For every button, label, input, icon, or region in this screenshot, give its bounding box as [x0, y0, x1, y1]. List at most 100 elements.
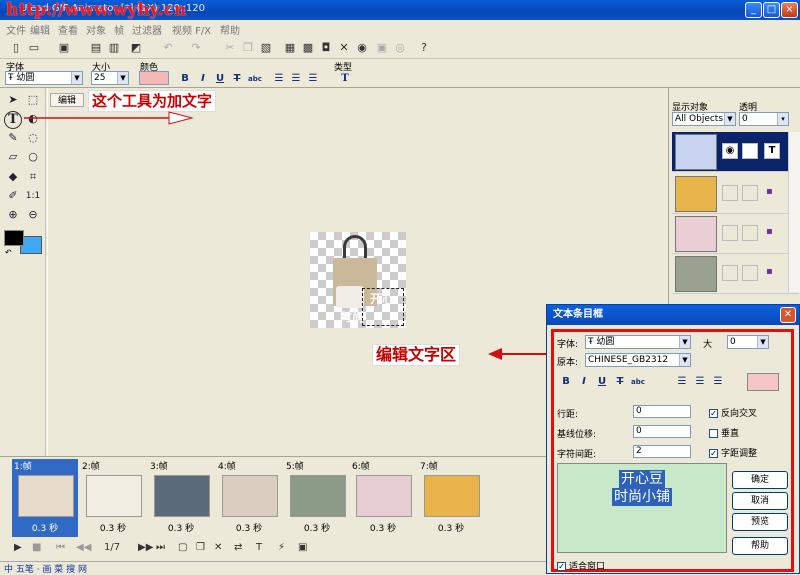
lock-icon[interactable]	[742, 143, 758, 159]
align-left-icon[interactable]: ☰	[272, 72, 286, 86]
superscript-button[interactable]: abc	[248, 72, 262, 86]
dialog-align-right-icon[interactable]: ☰	[711, 375, 725, 389]
dialog-align-left-icon[interactable]: ☰	[675, 375, 689, 389]
opacity-input[interactable]: 0 ▾	[739, 112, 789, 126]
line-spacing-input[interactable]: 0	[633, 405, 691, 418]
optimize-icon[interactable]: ⚡	[278, 542, 285, 553]
antialias-checkbox[interactable]: ✓ 反向交叉	[709, 406, 757, 419]
properties-icon[interactable]: ▣	[298, 542, 307, 553]
wizard-icon[interactable]: ◩	[128, 40, 144, 56]
fit-window-checkbox[interactable]: ✓ 适合窗口	[557, 559, 605, 572]
actual-size-icon[interactable]: 1:1	[24, 187, 42, 205]
pointer-tool-icon[interactable]: ➤	[4, 91, 22, 109]
paste-icon[interactable]: ▧	[258, 40, 274, 56]
frame-thumb-2[interactable]: 2:帧 0.3 秒	[80, 459, 146, 537]
menu-frame[interactable]: 帧	[114, 22, 124, 37]
save-icon[interactable]: ▣	[56, 40, 72, 56]
first-frame-icon[interactable]: ⏮	[56, 542, 65, 553]
dialog-superscript-button[interactable]: abc	[631, 375, 645, 389]
vertical-checkbox[interactable]: 垂直	[709, 426, 739, 439]
text-selection-marquee[interactable]	[362, 288, 404, 326]
dialog-font-select[interactable]: Ŧ 幼圆 ▼	[585, 335, 691, 349]
object-row[interactable]: ▪	[672, 214, 799, 254]
frame-icon[interactable]: ▦	[282, 40, 298, 56]
lasso-tool-icon[interactable]: ◌	[24, 129, 42, 147]
ok-button[interactable]: 确定	[732, 471, 788, 489]
menu-video-fx[interactable]: 视频 F/X	[172, 22, 211, 37]
dialog-close-button[interactable]: ✕	[780, 307, 796, 323]
size-select[interactable]: 25 ▼	[91, 71, 129, 85]
underline-button[interactable]: U	[213, 72, 227, 86]
frame-thumb-3[interactable]: 3:帧 0.3 秒	[148, 459, 214, 537]
dialog-strikethrough-button[interactable]: T	[613, 375, 627, 389]
dialog-bold-button[interactable]: B	[559, 375, 573, 389]
lock-icon[interactable]	[742, 185, 758, 201]
font-select[interactable]: Ŧ 幼圆 ▼	[5, 71, 83, 85]
cut-icon[interactable]: ✂	[222, 40, 238, 56]
object-scrollbar[interactable]	[788, 132, 800, 292]
frame-thumb-6[interactable]: 6:帧 0.3 秒	[350, 459, 416, 537]
eye-icon[interactable]	[722, 185, 738, 201]
lock-icon[interactable]	[742, 265, 758, 281]
menu-help[interactable]: 帮助	[220, 22, 240, 37]
stop-icon[interactable]: ■	[32, 542, 41, 553]
undo-icon[interactable]: ↶	[160, 40, 176, 56]
last-frame-icon[interactable]: ⏭	[156, 542, 165, 553]
fill-tool-icon[interactable]: ◆	[4, 168, 22, 186]
align-center-icon[interactable]: ☰	[289, 72, 303, 86]
frame-thumb-7[interactable]: 7:帧 0.3 秒	[418, 459, 484, 537]
menu-object[interactable]: 对象	[86, 22, 106, 37]
text-type-icon[interactable]: T	[338, 72, 352, 86]
menu-filter[interactable]: 过滤器	[132, 22, 162, 37]
swap-colors-icon[interactable]: ↶	[5, 248, 12, 257]
previous-frame-icon[interactable]: ◀◀	[76, 542, 91, 553]
open-icon[interactable]: ▭	[26, 40, 42, 56]
new-icon[interactable]: ▯	[8, 40, 24, 56]
object-row[interactable]: ▪	[672, 254, 799, 294]
export-icon[interactable]: ▥	[106, 40, 122, 56]
align-right-icon[interactable]: ☰	[306, 72, 320, 86]
dialog-align-center-icon[interactable]: ☰	[693, 375, 707, 389]
strikethrough-button[interactable]: T	[230, 72, 244, 86]
text-tool-icon[interactable]: T	[4, 111, 22, 129]
snapshot-icon[interactable]: ◘	[318, 40, 334, 56]
preview-icon[interactable]: ▣	[374, 40, 390, 56]
text-banner-icon[interactable]: T	[256, 542, 262, 553]
copy-icon[interactable]: ❐	[240, 40, 256, 56]
play-icon[interactable]: ▶	[14, 542, 22, 553]
dialog-size-select[interactable]: 0 ▼	[727, 335, 769, 349]
dialog-charset-select[interactable]: CHINESE_GB2312 ▼	[585, 353, 691, 367]
browser-icon[interactable]: ◎	[392, 40, 408, 56]
menu-file[interactable]: 文件	[6, 22, 26, 37]
object-row[interactable]: ▪	[672, 174, 799, 214]
delete-frame-icon[interactable]: ✕	[214, 542, 222, 553]
eraser-tool-icon[interactable]: ▱	[4, 148, 22, 166]
redo-icon[interactable]: ↷	[188, 40, 204, 56]
foreground-color-swatch[interactable]	[4, 230, 24, 246]
text-edit-area[interactable]: 开心豆 时尚小铺	[557, 463, 727, 553]
ellipse-tool-icon[interactable]: ○	[24, 148, 42, 166]
brush-tool-icon[interactable]: ✎	[4, 129, 22, 147]
zoom-in-icon[interactable]: ⊕	[4, 206, 22, 224]
tab-edit[interactable]: 编辑	[50, 93, 84, 107]
frame-thumb-4[interactable]: 4:帧 0.3 秒	[216, 459, 282, 537]
eye-icon[interactable]	[722, 225, 738, 241]
kerning-checkbox[interactable]: ✓ 字距调整	[709, 446, 757, 459]
tween-icon[interactable]: ⇄	[234, 542, 242, 553]
bold-button[interactable]: B	[178, 72, 192, 86]
dialog-underline-button[interactable]: U	[595, 375, 609, 389]
help-button[interactable]: 帮助	[732, 537, 788, 555]
baseline-input[interactable]: 0	[633, 425, 691, 438]
object-row-text[interactable]: ◉ T	[672, 132, 799, 172]
char-spacing-input[interactable]: 2	[633, 445, 691, 458]
cancel-button[interactable]: 取消	[732, 492, 788, 510]
delete-icon[interactable]: ✕	[336, 40, 352, 56]
marquee-tool-icon[interactable]: ⬚	[24, 91, 42, 109]
frame-thumb-5[interactable]: 5:帧 0.3 秒	[284, 459, 350, 537]
frame-thumb-1[interactable]: 1:帧 0.3 秒	[12, 459, 78, 537]
web-icon[interactable]: ◉	[354, 40, 370, 56]
close-button[interactable]: ×	[781, 2, 798, 18]
help-icon[interactable]: ?	[416, 40, 432, 56]
dialog-color-swatch[interactable]	[747, 373, 779, 391]
next-frame-icon[interactable]: ▶▶	[138, 542, 153, 553]
